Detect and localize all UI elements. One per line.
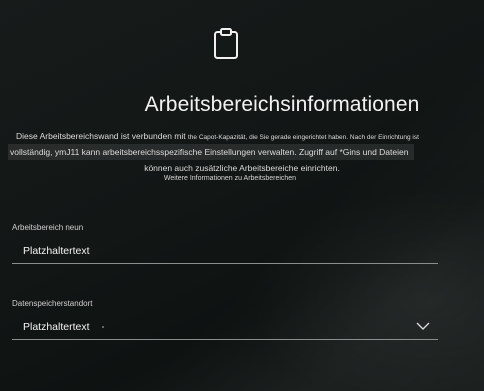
page-title: Arbeitsbereichsinformationen	[144, 93, 420, 116]
workspace-name-value: Platzhaltertext	[23, 245, 90, 257]
description-line-3: können auch zusätzliche Arbeitsbereiche …	[144, 163, 340, 173]
storage-location-label: Datenspeicherstandort	[12, 299, 93, 308]
workspace-name-input[interactable]: Platzhaltertext	[12, 240, 438, 264]
background-sparkle	[102, 326, 104, 328]
storage-location-select[interactable]: Platzhaltertext	[12, 316, 438, 340]
workspace-name-label: Arbeitsbereich neun	[12, 223, 84, 232]
description-line-2: vollständig, ymJ11 kann arbeitsbereichss…	[8, 144, 415, 160]
learn-more-link[interactable]: Weitere Informationen zu Arbeitsbereiche…	[0, 175, 460, 182]
description-line-1-end: the Capot-Kapazität, die Sie gerade eing…	[188, 134, 419, 141]
chevron-down-icon[interactable]	[416, 321, 430, 331]
description-line-1-start: Diese Arbeitsbereichswand ist verbunden …	[16, 131, 186, 141]
clipboard-icon	[214, 28, 238, 59]
storage-location-value: Platzhaltertext	[23, 321, 90, 333]
